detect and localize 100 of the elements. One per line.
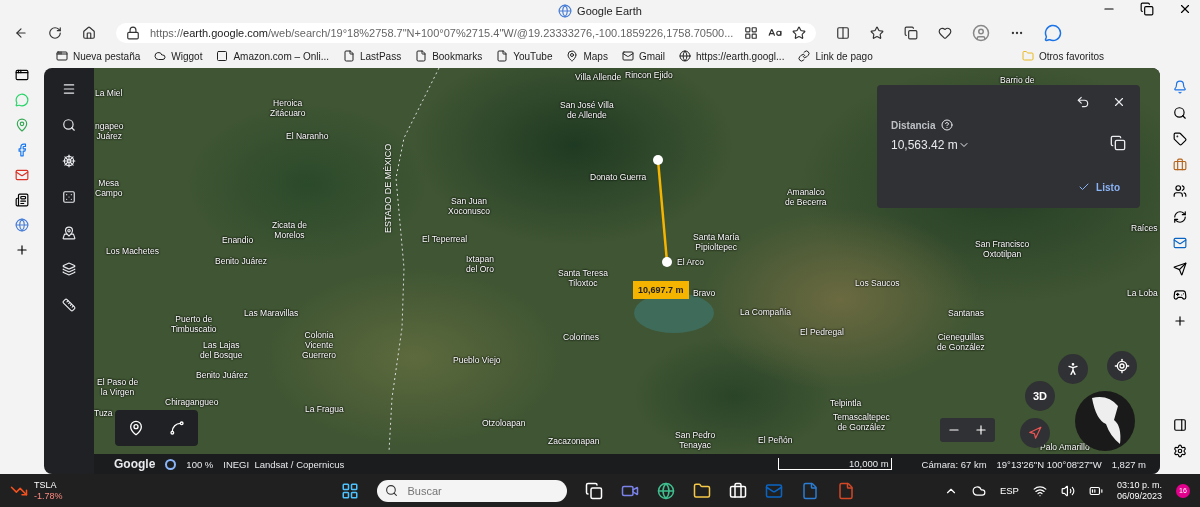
place-label: Las Lajas del Bosque	[200, 340, 243, 360]
sidebar-icon[interactable]	[1173, 418, 1187, 432]
pin-icon[interactable]	[127, 420, 144, 436]
apps-icon[interactable]	[744, 26, 758, 40]
search-icon[interactable]	[1173, 106, 1187, 120]
bookmark-link[interactable]: Nueva pestaña	[56, 50, 141, 62]
split-screen-icon[interactable]	[836, 26, 850, 40]
taskbar-search-field[interactable]: Buscar	[376, 479, 567, 502]
language-indicator[interactable]: ESP	[999, 485, 1019, 496]
slides-icon[interactable]	[836, 481, 855, 500]
address-field[interactable]: https://earth.google.com/web/search/19°18%2758.7"N+100°07%2715.4"W/@19.23333276,-100.1859226,1758.70500...	[116, 23, 816, 43]
menu-icon[interactable]	[62, 82, 76, 96]
mail-app-icon[interactable]	[764, 481, 783, 500]
lock-icon	[126, 26, 140, 40]
place-label: El Arco	[677, 257, 704, 267]
add-icon[interactable]	[1173, 314, 1187, 328]
bookmark-link[interactable]: https://earth.googl...	[679, 50, 785, 62]
layers-icon[interactable]	[62, 262, 76, 276]
brand-label: Google	[114, 457, 156, 471]
browser-icon[interactable]	[656, 481, 675, 500]
copy-icon[interactable]	[1110, 135, 1126, 151]
stock-symbol: TSLA	[34, 479, 58, 491]
close-icon[interactable]	[1178, 2, 1192, 16]
place-label: La Loba	[1127, 288, 1158, 298]
search-icon[interactable]	[62, 118, 76, 132]
place-label: Ixtapan del Oro	[466, 254, 494, 274]
wifi-icon[interactable]	[1032, 483, 1047, 498]
ship-wheel-icon[interactable]	[62, 154, 76, 168]
bell-icon[interactable]	[1173, 80, 1187, 94]
back-icon[interactable]	[14, 26, 28, 40]
globe-icon[interactable]	[15, 218, 29, 232]
page-icon	[496, 50, 509, 62]
tabs-icon[interactable]	[15, 68, 29, 82]
folder-icon[interactable]	[692, 481, 711, 500]
speaker-icon[interactable]	[1060, 483, 1075, 498]
place-label: Palo Amarillo	[1040, 442, 1090, 452]
mail-icon[interactable]	[1173, 236, 1187, 250]
briefcase-icon[interactable]	[1173, 158, 1187, 172]
facebook-icon[interactable]	[15, 143, 29, 157]
settings-icon[interactable]	[1173, 444, 1187, 458]
store-icon[interactable]	[728, 481, 747, 500]
done-button[interactable]: Listo	[1072, 180, 1126, 194]
target-icon	[1114, 358, 1130, 374]
games-icon[interactable]	[1173, 288, 1187, 302]
bookmark-link[interactable]: Maps	[566, 50, 608, 62]
news-icon[interactable]	[15, 193, 29, 207]
dice-icon[interactable]	[62, 190, 76, 204]
zoom-in-icon[interactable]	[974, 423, 989, 437]
ruler-icon[interactable]	[62, 298, 76, 312]
favorites-icon[interactable]	[870, 26, 884, 40]
path-icon[interactable]	[169, 420, 186, 436]
tag-icon[interactable]	[1173, 132, 1187, 146]
people-icon[interactable]	[1173, 184, 1187, 198]
other-favorites-link[interactable]: Otros favoritos	[1021, 50, 1104, 62]
place-label: Pueblo Viejo	[453, 355, 501, 365]
distance-value: 10,563.42 m	[891, 138, 958, 152]
load-percent: 100 %	[186, 458, 214, 470]
favorite-star-icon[interactable]	[792, 26, 806, 40]
place-label: Santanas	[948, 308, 984, 318]
map-pin-icon[interactable]	[62, 226, 76, 240]
restore-icon[interactable]	[1140, 2, 1154, 16]
bookmark-link[interactable]: Link de pago	[798, 50, 873, 62]
clock-date[interactable]: 06/09/2023	[1116, 490, 1162, 502]
bookmark-link[interactable]: Amazon.com – Onli...	[216, 50, 329, 62]
clock-time[interactable]: 03:10 p. m.	[1116, 479, 1162, 491]
bookmark-link[interactable]: YouTube	[496, 50, 553, 62]
collections-icon[interactable]	[904, 26, 918, 40]
close-icon[interactable]	[1112, 95, 1126, 109]
page-icon	[415, 50, 428, 62]
send-icon[interactable]	[1173, 262, 1187, 276]
document-icon[interactable]	[800, 481, 819, 500]
chat-icon[interactable]	[1044, 24, 1062, 42]
reload-icon[interactable]	[48, 26, 62, 40]
bookmark-link[interactable]: LastPass	[343, 50, 402, 62]
sync-icon[interactable]	[1173, 210, 1187, 224]
place-label: Benito Juárez	[196, 370, 248, 380]
place-label: El Peñón	[758, 435, 793, 445]
place-label: Mesa Campo	[95, 178, 123, 198]
task-view-icon[interactable]	[584, 481, 603, 500]
cloud-icon[interactable]	[971, 483, 986, 498]
bookmark-link[interactable]: Wiggot	[154, 50, 203, 62]
heart-icon[interactable]	[938, 26, 952, 40]
compass-arrow-icon	[1028, 426, 1042, 440]
search-input[interactable]: Buscar	[405, 483, 526, 498]
home-icon[interactable]	[82, 26, 96, 40]
bookmark-link[interactable]: Gmail	[621, 50, 666, 62]
start-icon[interactable]	[340, 481, 359, 500]
place-label: Benito Juárez	[215, 256, 267, 266]
link-icon	[798, 50, 811, 62]
place-label: Enandio	[222, 235, 254, 245]
map-pin-icon	[566, 50, 579, 62]
mail-icon[interactable]	[15, 168, 29, 182]
profile-avatar-icon[interactable]	[972, 24, 990, 42]
place-label: Las Maravillas	[244, 308, 299, 318]
state-label: ESTADO DE MÉXICO	[383, 143, 393, 233]
bookmark-link[interactable]: Bookmarks	[415, 50, 483, 62]
undo-icon[interactable]	[1076, 95, 1090, 109]
coordinates-text: 19°13'26"N 100°08'27"W	[996, 458, 1102, 470]
panel-title: Distancia	[891, 119, 936, 131]
add-icon[interactable]	[15, 243, 29, 257]
